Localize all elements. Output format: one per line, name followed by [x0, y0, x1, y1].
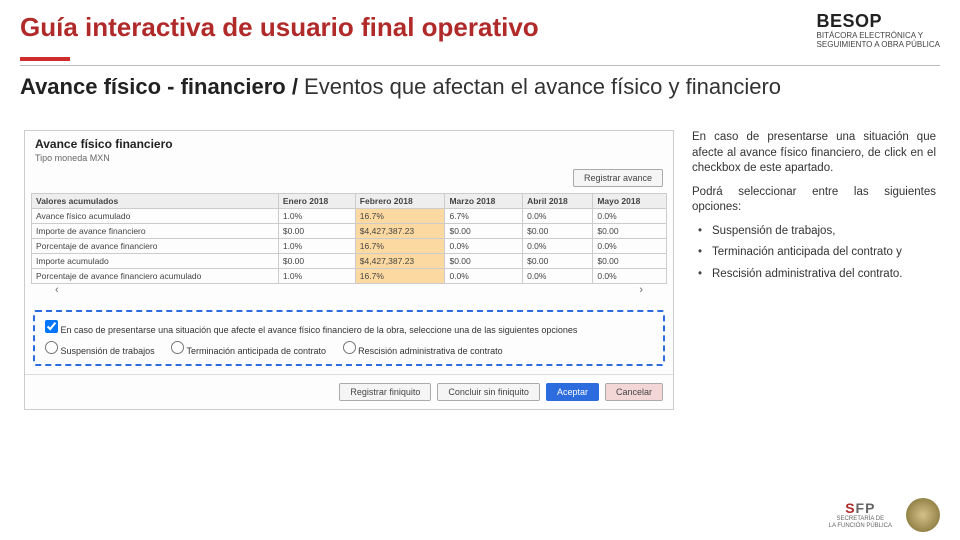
opt-suspension-radio[interactable]	[45, 341, 58, 354]
opt-rescission-radio[interactable]	[343, 341, 356, 354]
instruction-item: Terminación anticipada del contrato y	[696, 245, 936, 261]
cell: 1.0%	[278, 209, 355, 224]
register-settlement-button[interactable]: Registrar finiquito	[339, 383, 431, 401]
table-row: Porcentaje de avance financiero acumulad…	[32, 269, 667, 284]
sfp-line2: LA FUNCIÓN PÚBLICA	[829, 523, 892, 530]
cell: $4,427,387.23	[355, 254, 445, 269]
table-row: Avance físico acumulado1.0%16.7%6.7%0.0%…	[32, 209, 667, 224]
opt-label: Suspensión de trabajos	[61, 346, 155, 356]
register-advance-button[interactable]: Registrar avance	[573, 169, 663, 187]
opt-termination[interactable]: Terminación anticipada de contrato	[171, 346, 326, 356]
sfp-text: FP	[856, 500, 876, 516]
scroll-right-icon[interactable]: ›	[639, 284, 643, 296]
cell: $0.00	[523, 254, 593, 269]
panel-title: Avance físico financiero	[35, 137, 663, 151]
breadcrumb: Avance físico - financiero / Eventos que…	[20, 74, 940, 100]
progress-table: Valores acumulados Enero 2018 Febrero 20…	[31, 193, 667, 284]
cancel-button[interactable]: Cancelar	[605, 383, 663, 401]
cell: $0.00	[278, 224, 355, 239]
col-month: Enero 2018	[278, 194, 355, 209]
events-panel-label: En caso de presentarse una situación que…	[61, 325, 578, 335]
slide-footer: SFP SECRETARÍA DE LA FUNCIÓN PÚBLICA	[829, 498, 940, 532]
government-seal-icon	[906, 498, 940, 532]
cell: 0.0%	[523, 269, 593, 284]
col-month: Abril 2018	[523, 194, 593, 209]
col-month: Febrero 2018	[355, 194, 445, 209]
table-header-row: Valores acumulados Enero 2018 Febrero 20…	[32, 194, 667, 209]
cell: 16.7%	[355, 209, 445, 224]
cell: 0.0%	[445, 269, 523, 284]
opt-label: Rescisión administrativa de contrato	[358, 346, 503, 356]
cell: 0.0%	[593, 239, 667, 254]
cell: 0.0%	[593, 269, 667, 284]
cell: 0.0%	[445, 239, 523, 254]
cell: $0.00	[445, 224, 523, 239]
cell: 16.7%	[355, 239, 445, 254]
row-label: Importe de avance financiero	[32, 224, 279, 239]
table-row: Importe de avance financiero$0.00$4,427,…	[32, 224, 667, 239]
col-month: Mayo 2018	[593, 194, 667, 209]
cell: $0.00	[445, 254, 523, 269]
instruction-p2: Podrá seleccionar entre las siguientes o…	[692, 185, 936, 216]
instruction-text: En caso de presentarse una situación que…	[692, 130, 936, 288]
scroll-left-icon[interactable]: ‹	[55, 284, 59, 296]
divider	[20, 65, 940, 66]
col-values: Valores acumulados	[32, 194, 279, 209]
logo-brand-text: BESOP	[817, 12, 940, 32]
instruction-p1: En caso de presentarse una situación que…	[692, 130, 936, 177]
row-label: Importe acumulado	[32, 254, 279, 269]
table-row: Porcentaje de avance financiero1.0%16.7%…	[32, 239, 667, 254]
breadcrumb-page: Eventos que afectan el avance físico y f…	[298, 74, 781, 99]
cell: $0.00	[278, 254, 355, 269]
cell: 0.0%	[523, 239, 593, 254]
cell: 16.7%	[355, 269, 445, 284]
row-label: Avance físico acumulado	[32, 209, 279, 224]
conclude-without-settlement-button[interactable]: Concluir sin finiquito	[437, 383, 540, 401]
events-panel: En caso de presentarse una situación que…	[33, 310, 665, 366]
row-label: Porcentaje de avance financiero	[32, 239, 279, 254]
accent-underline	[20, 57, 70, 61]
col-month: Marzo 2018	[445, 194, 523, 209]
logo-tagline-2: SEGUIMIENTO A OBRA PÚBLICA	[817, 41, 940, 50]
sfp-logo: SFP SECRETARÍA DE LA FUNCIÓN PÚBLICA	[829, 501, 892, 530]
currency-label: Tipo moneda MXN	[35, 153, 663, 163]
page-title: Guía interactiva de usuario final operat…	[20, 12, 539, 43]
sfp-line1: SECRETARÍA DE	[829, 516, 892, 523]
opt-termination-radio[interactable]	[171, 341, 184, 354]
besop-logo: BESOP BITÁCORA ELECTRÓNICA Y SEGUIMIENTO…	[817, 12, 940, 49]
breadcrumb-section: Avance físico - financiero /	[20, 74, 298, 99]
opt-suspension[interactable]: Suspensión de trabajos	[45, 346, 155, 356]
cell: 0.0%	[593, 209, 667, 224]
instruction-item: Rescisión administrativa del contrato.	[696, 267, 936, 283]
cell: $0.00	[523, 224, 593, 239]
cell: 1.0%	[278, 269, 355, 284]
table-row: Importe acumulado$0.00$4,427,387.23$0.00…	[32, 254, 667, 269]
cell: $4,427,387.23	[355, 224, 445, 239]
cell: 6.7%	[445, 209, 523, 224]
accept-button[interactable]: Aceptar	[546, 383, 599, 401]
row-label: Porcentaje de avance financiero acumulad…	[32, 269, 279, 284]
instruction-item: Suspensión de trabajos,	[696, 224, 936, 240]
cell: 1.0%	[278, 239, 355, 254]
app-screenshot: Avance físico financiero Tipo moneda MXN…	[24, 130, 674, 410]
opt-label: Terminación anticipada de contrato	[186, 346, 326, 356]
opt-rescission[interactable]: Rescisión administrativa de contrato	[343, 346, 503, 356]
cell: $0.00	[593, 254, 667, 269]
cell: $0.00	[593, 224, 667, 239]
cell: 0.0%	[523, 209, 593, 224]
events-checkbox[interactable]	[45, 320, 58, 333]
